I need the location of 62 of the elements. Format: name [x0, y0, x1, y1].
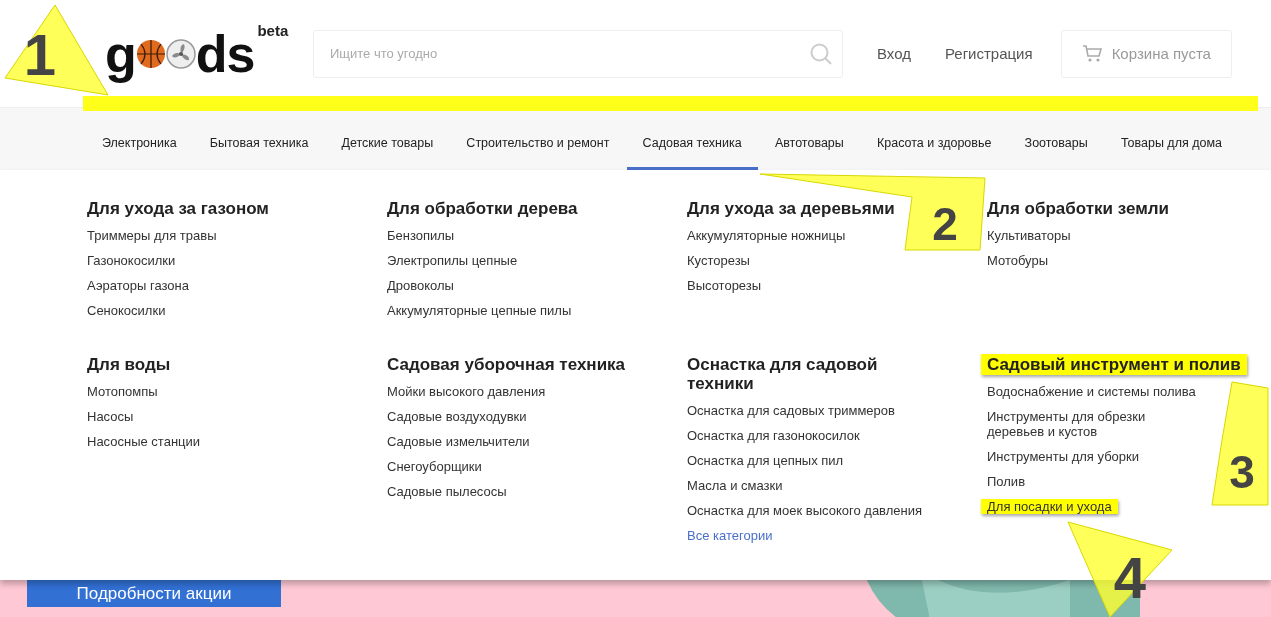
subcategory-link[interactable]: Сенокосилки	[87, 303, 166, 318]
subcategory-link[interactable]: Садовые пылесосы	[387, 484, 507, 499]
subcategory-link[interactable]: Триммеры для травы	[87, 228, 217, 243]
category-heading: Оснастка для садовой техники	[687, 354, 879, 394]
annotation-number: 3	[1229, 446, 1255, 499]
subcategory-link[interactable]: Бензопилы	[387, 228, 455, 243]
category-tab[interactable]: Зоотовары	[1008, 116, 1104, 170]
category-tab[interactable]: Бытовая техника	[193, 116, 325, 170]
beta-label: beta	[257, 21, 289, 39]
category-tab[interactable]: Товары для дома	[1104, 116, 1238, 170]
subcategory-link[interactable]: Насосные станции	[87, 434, 201, 449]
subcategory-link[interactable]: Мойки высокого давления	[387, 384, 546, 399]
category-tab[interactable]: Строительство и ремонт	[450, 116, 626, 170]
annotation-number: 4	[1113, 545, 1147, 611]
subcategory-link[interactable]: Кусторезы	[687, 253, 750, 268]
subcategory-link[interactable]: Аккумуляторные ножницы	[687, 228, 846, 243]
account-link[interactable]: Регистрация	[944, 45, 1033, 62]
category-heading: Для ухода за газоном	[87, 198, 269, 219]
fan-icon	[165, 38, 196, 69]
basketball-icon	[135, 38, 166, 69]
annotation-number: 2	[932, 198, 958, 251]
subcategory-link[interactable]: Электропилы цепные	[387, 253, 518, 268]
category-heading: Для обработки земли	[987, 198, 1170, 219]
subcategory-link[interactable]: Оснастка для газонокосилок	[687, 428, 860, 443]
subcategory-link[interactable]: Для посадки и ухода	[981, 499, 1118, 514]
category-tab[interactable]: Автотовары	[758, 116, 860, 170]
subcategory-link[interactable]: Аэраторы газона	[87, 278, 189, 293]
cart-icon	[1081, 44, 1102, 63]
subcategory-link[interactable]: Мотобуры	[987, 253, 1049, 268]
annotation-number: 1	[23, 22, 57, 88]
subcategory-link[interactable]: Дровоколы	[387, 278, 454, 293]
subcategory-link[interactable]: Полив	[987, 474, 1026, 489]
subcategory-link[interactable]: Оснастка для моек высокого давления	[687, 503, 922, 518]
promo-details-button[interactable]: Подробности акции	[27, 580, 281, 607]
subcategory-link[interactable]: Масла и смазки	[687, 478, 783, 493]
subcategory-link[interactable]: Газонокосилки	[87, 253, 176, 268]
category-heading: Садовая уборочная техника	[387, 354, 626, 375]
category-tab[interactable]: Электроника	[86, 116, 193, 170]
category-heading: Для ухода за деревьями	[687, 198, 895, 219]
subcategory-link[interactable]: Насосы	[87, 409, 134, 424]
search-field[interactable]: Ищите что угодно	[313, 29, 843, 78]
subcategory-link[interactable]: Оснастка для садовых триммеров	[687, 403, 895, 418]
search-icon[interactable]	[809, 41, 833, 66]
subcategory-link[interactable]: Инструменты для уборки	[987, 449, 1139, 464]
category-heading: Садовый инструмент и полив	[981, 354, 1247, 375]
category-tab[interactable]: Детские товары	[325, 116, 450, 170]
category-tab[interactable]: Красота и здоровье	[860, 116, 1008, 170]
subcategory-link[interactable]: Садовые воздуходувки	[387, 409, 527, 424]
account-link[interactable]: Вход	[877, 45, 911, 62]
subcategory-link[interactable]: Аккумуляторные цепные пилы	[387, 303, 572, 318]
subcategory-link[interactable]: Инструменты для обрезки деревьев и кустов	[987, 409, 1197, 439]
all-categories-link[interactable]: Все категории	[687, 528, 773, 543]
category-heading: Для обработки дерева	[387, 198, 578, 219]
subcategory-link[interactable]: Садовые измельчители	[387, 434, 530, 449]
category-heading: Для воды	[87, 354, 171, 375]
subcategory-link[interactable]: Высоторезы	[687, 278, 762, 293]
subcategory-link[interactable]: Мотопомпы	[87, 384, 158, 399]
subcategory-link[interactable]: Оснастка для цепных пил	[687, 453, 844, 468]
subcategory-link[interactable]: Снегоуборщики	[387, 459, 482, 474]
subcategory-link[interactable]: Водоснабжение и системы полива	[987, 384, 1196, 399]
logo-text: ds	[195, 27, 255, 80]
subcategory-link[interactable]: Культиваторы	[987, 228, 1071, 243]
